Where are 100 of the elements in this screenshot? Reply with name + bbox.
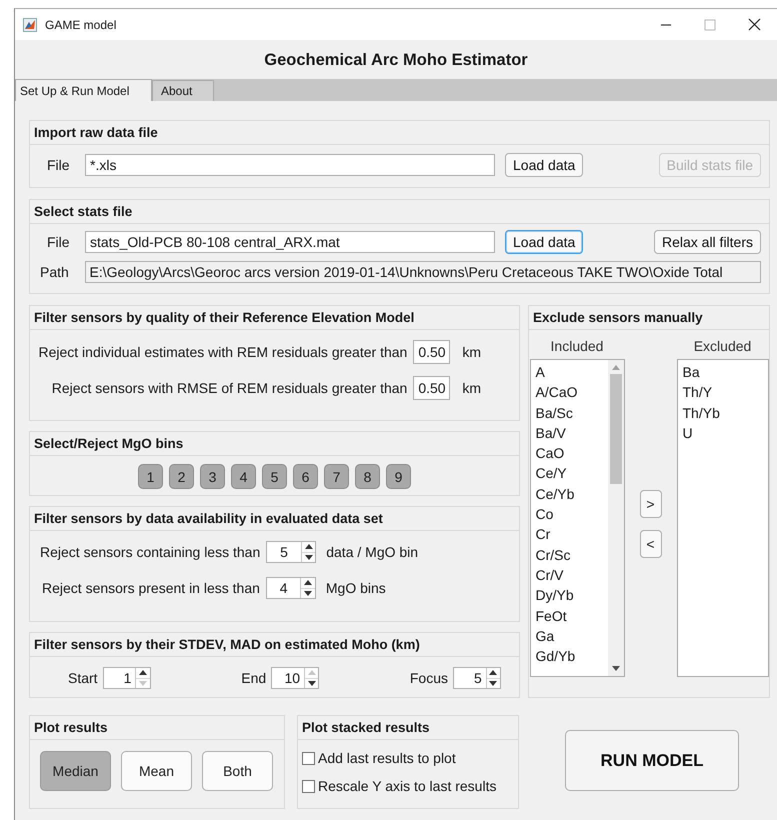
load-data-button[interactable]: Load data	[505, 230, 584, 254]
panel-title: Import raw data file	[34, 125, 158, 140]
bin-toggle[interactable]: 8	[355, 464, 380, 489]
unit-label: data / MgO bin	[326, 544, 418, 560]
list-item[interactable]: Ce/Y	[530, 463, 608, 484]
panel-title: Exclude sensors manually	[533, 310, 703, 325]
bin-toggle[interactable]: 9	[386, 464, 411, 489]
list-item[interactable]: CaO	[530, 443, 608, 464]
load-data-button[interactable]: Load data	[505, 153, 584, 177]
number-field[interactable]: 5	[454, 668, 486, 688]
move-left-button[interactable]: <	[640, 530, 662, 558]
panel-title: Filter sensors by their STDEV, MAD on estimated Moho (km)	[34, 637, 420, 652]
plot-mode-button[interactable]: Mean	[121, 751, 192, 791]
down-arrow-icon	[612, 666, 620, 671]
spinner-field[interactable]: 5	[453, 667, 501, 689]
field-label: Reject sensors containing less than	[40, 544, 260, 560]
list-item[interactable]: Ba	[678, 362, 768, 382]
list-item[interactable]: A	[530, 362, 608, 382]
list-item[interactable]: Gd/Yb	[530, 646, 608, 666]
spinner-field[interactable]: 1	[102, 667, 151, 689]
bin-toggle[interactable]: 1	[138, 464, 163, 489]
up-arrow-icon[interactable]	[489, 670, 498, 676]
list-item[interactable]: Cr/Sc	[530, 544, 608, 565]
bin-toggle[interactable]: 6	[293, 464, 318, 489]
bin-toggle[interactable]: 2	[169, 464, 194, 489]
number-field[interactable]: 4	[266, 578, 300, 598]
list-item[interactable]: Cr	[530, 524, 608, 545]
move-right-button[interactable]: >	[640, 490, 662, 518]
plot-mode-button[interactable]: Median	[40, 751, 111, 791]
list-heading: Included	[550, 338, 604, 354]
panel-title: Plot stacked results	[302, 720, 430, 735]
panel-title: Plot results	[34, 720, 108, 735]
unit-label: km	[462, 344, 481, 360]
field-label: Reject sensors present in less than	[42, 580, 260, 596]
list-box[interactable]: A A/CaO Ba/Sc Ba/V CaO Ce/Y Ce/Yb Co Cr Cr/Sc Cr/V Dy/Yb FeOt Ga Gd/Yb	[530, 359, 624, 677]
spinner-label: Focus	[410, 670, 448, 686]
file-field[interactable]: stats_Old-PCB 80-108 central_ARX.mat	[85, 231, 495, 253]
panel-title: Filter sensors by quality of their Reference Elevation Model	[34, 310, 414, 325]
up-arrow-icon[interactable]	[304, 544, 313, 550]
bin-toggle[interactable]: 3	[200, 464, 225, 489]
checkbox-label: Add last results to plot	[318, 750, 456, 766]
scrollbar[interactable]	[608, 360, 624, 676]
close-icon[interactable]	[748, 18, 761, 31]
spinner-label: End	[241, 670, 266, 686]
up-arrow-icon[interactable]	[138, 670, 147, 676]
plot-mode-button[interactable]: Both	[202, 751, 273, 791]
panel-title: Filter sensors by data availability in evaluated data set	[34, 511, 383, 526]
up-arrow-icon[interactable]	[304, 580, 312, 586]
list-item[interactable]: Co	[530, 504, 608, 524]
number-field[interactable]: 1	[104, 668, 136, 688]
path-field[interactable]: E:\Geology\Arcs\Georoc arcs version 2019-01-14\Unknowns\Peru Cretaceous TAKE TWO\Oxide Total	[84, 261, 761, 283]
panel-title: Select/Reject MgO bins	[34, 436, 184, 451]
list-heading: Excluded	[692, 338, 752, 354]
checkbox[interactable]	[302, 780, 315, 792]
list-item[interactable]: U	[678, 422, 768, 444]
field-label: Path	[39, 264, 70, 280]
window-title: GAME model	[45, 18, 118, 32]
bin-toggle[interactable]: 5	[262, 464, 287, 489]
spinner-field[interactable]: 5	[266, 541, 316, 563]
list-item[interactable]: Dy/Yb	[530, 585, 608, 606]
field-label: File	[46, 157, 71, 173]
file-field[interactable]: *.xls	[85, 154, 495, 176]
list-item[interactable]: Th/Y	[678, 382, 768, 403]
list-item[interactable]: FeOt	[530, 606, 608, 626]
down-arrow-icon[interactable]	[308, 680, 316, 686]
spinner-field[interactable]: 4	[266, 577, 316, 599]
number-field[interactable]: 5	[267, 542, 301, 562]
value-field[interactable]: 0.50	[413, 376, 450, 400]
down-arrow-icon[interactable]	[304, 590, 312, 596]
spinner-field[interactable]: 10	[271, 667, 320, 689]
list-item[interactable]: Th/Yb	[678, 402, 768, 423]
app-heading: Geochemical Arc Moho Estimator	[263, 50, 529, 71]
panel-title: Select stats file	[34, 204, 132, 219]
tab[interactable]: About	[152, 80, 214, 101]
list-item[interactable]: Ga	[530, 626, 608, 646]
list-item[interactable]: Ce/Yb	[530, 484, 608, 504]
list-item[interactable]: Ba/V	[530, 422, 608, 444]
bin-toggle[interactable]: 4	[231, 464, 256, 489]
app-icon	[23, 18, 37, 32]
bin-toggle[interactable]: 7	[324, 464, 349, 489]
tab[interactable]: Set Up & Run Model	[15, 79, 152, 101]
list-box[interactable]: Ba Th/Y Th/Yb U	[676, 359, 768, 677]
run-model-button[interactable]: RUN MODEL	[565, 730, 739, 791]
list-item[interactable]: Ba/Sc	[530, 402, 608, 423]
field-label: Reject sensors with RMSE of REM residuals greater than	[52, 380, 408, 396]
up-arrow-icon	[612, 365, 620, 370]
field-label: Reject individual estimates with REM residuals greater than	[38, 344, 408, 360]
down-arrow-icon[interactable]	[304, 554, 313, 560]
down-arrow-icon[interactable]	[489, 680, 498, 686]
list-item[interactable]: Cr/V	[530, 564, 608, 586]
number-field[interactable]: 10	[272, 668, 304, 688]
relax-filters-button[interactable]: Relax all filters	[654, 230, 761, 254]
list-item[interactable]: A/CaO	[530, 382, 608, 403]
checkbox-label: Rescale Y axis to last results	[318, 778, 496, 794]
checkbox[interactable]	[302, 752, 315, 764]
spinner-label: Start	[68, 670, 98, 686]
value-field[interactable]: 0.50	[413, 340, 450, 364]
unit-label: km	[462, 380, 481, 396]
unit-label: MgO bins	[326, 580, 386, 596]
field-label: File	[46, 234, 71, 250]
